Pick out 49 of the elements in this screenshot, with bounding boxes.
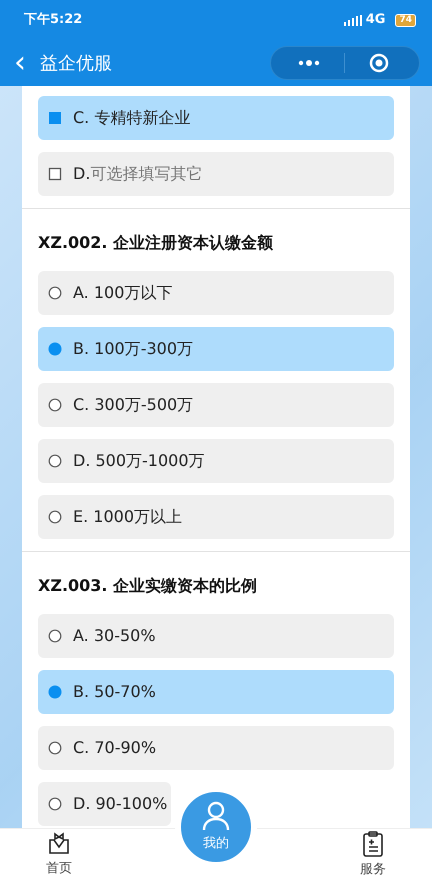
option-row[interactable]: B. 100万-300万 [38,327,394,371]
radio-button[interactable] [48,286,62,300]
radio-button[interactable] [48,398,62,412]
option-label: D. [73,163,90,185]
radio-button[interactable] [48,342,62,356]
option-row[interactable]: C. 300万-500万 [38,383,394,427]
network-label: 4G [366,11,386,30]
close-icon[interactable] [369,53,389,73]
option-label: D. 500万-1000万 [73,450,205,472]
status-time: 下午5:22 [24,11,82,30]
option-row[interactable]: A. 100万以下 [38,271,394,315]
signal-icon [344,14,362,26]
option-row[interactable]: D. 500万-1000万 [38,439,394,483]
option-label: C. 专精特新企业 [73,107,190,129]
option-label: B. 50-70% [73,681,156,703]
radio-button[interactable] [48,685,62,699]
option-label: B. 100万-300万 [73,338,193,360]
option-row[interactable]: B. 50-70% [38,670,394,714]
checkbox[interactable] [48,111,62,125]
radio-button[interactable] [48,510,62,524]
question-title: XZ.002. 企业注册资本认缴金额 [38,232,274,254]
option-label: A. 100万以下 [73,282,172,304]
option-label: E. 1000万以上 [73,506,182,528]
radio-button[interactable] [48,454,62,468]
option-label: A. 30-50% [73,625,156,647]
person-icon [202,800,230,831]
back-button[interactable]: ‹ [14,48,26,78]
radio-button[interactable] [48,797,62,811]
battery-icon: 74 [395,14,416,26]
question-title: XZ.003. 企业实缴资本的比例 [38,575,258,597]
clipboard-icon [362,831,384,858]
page-title: 益企优服 [40,52,112,76]
more-icon[interactable] [298,60,320,66]
tab-item[interactable]: 首页 [24,832,94,879]
gift-icon [47,832,71,856]
option-row[interactable]: E. 1000万以上 [38,495,394,539]
input-field[interactable]: 可选择填写其它 [90,162,384,186]
option-row[interactable]: D.可选择填写其它 [38,152,394,196]
option-row[interactable]: C. 专精特新企业 [38,96,394,140]
option-label: C. 70-90% [73,737,156,759]
tab-item[interactable]: 服务 [338,831,408,880]
option-row[interactable]: C. 70-90% [38,726,394,770]
radio-button[interactable] [48,741,62,755]
radio-button[interactable] [48,629,62,643]
option-row[interactable]: D. 90-100% [38,782,172,826]
option-row[interactable]: A. 30-50% [38,614,394,658]
option-label: C. 300万-500万 [73,394,194,416]
option-label: D. 90-100% [73,793,168,815]
checkbox[interactable] [48,167,62,181]
